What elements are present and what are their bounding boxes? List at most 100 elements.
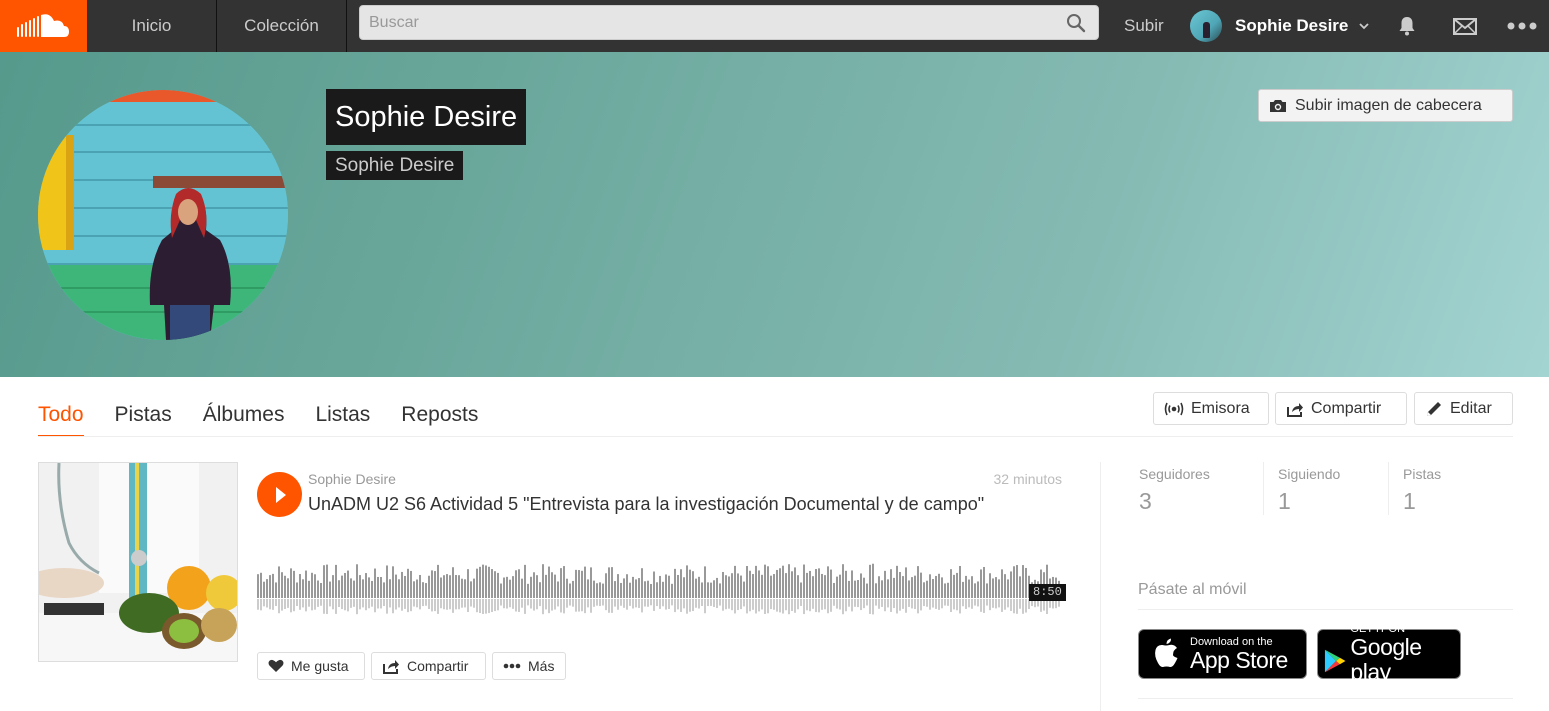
waveform-reflection-bar — [359, 599, 361, 610]
stat-following[interactable]: Siguiendo 1 — [1278, 466, 1340, 515]
stat-followers[interactable]: Seguidores 3 — [1139, 466, 1210, 515]
waveform-bar — [488, 566, 490, 598]
track-share-button[interactable]: Compartir — [371, 652, 486, 680]
waveform-reflection-bar — [839, 599, 841, 610]
waveform-bar — [377, 576, 379, 598]
station-button[interactable]: Emisora — [1153, 392, 1269, 425]
waveform-bar — [806, 572, 808, 598]
like-button[interactable]: Me gusta — [257, 652, 365, 680]
waveform[interactable] — [257, 548, 1062, 628]
track-duration: 8:50 — [1029, 584, 1066, 601]
waveform-reflection-bar — [368, 599, 370, 609]
bell-icon — [1399, 17, 1415, 36]
waveform-reflection-bar — [875, 599, 877, 606]
waveform-reflection-bar — [575, 599, 577, 612]
waveform-bar — [686, 565, 688, 598]
waveform-reflection-bar — [776, 599, 778, 612]
waveform-reflection-bar — [512, 599, 514, 609]
waveform-bar — [356, 564, 358, 598]
waveform-reflection-bar — [992, 599, 994, 608]
waveform-bar — [371, 580, 373, 598]
waveform-reflection-bar — [761, 599, 763, 610]
profile-avatar[interactable] — [38, 90, 288, 340]
track-title[interactable]: UnADM U2 S6 Actividad 5 "Entrevista para… — [308, 491, 1008, 518]
app-store-button[interactable]: Download on the App Store — [1138, 629, 1307, 679]
nav-home-link[interactable]: Inicio — [87, 0, 217, 52]
track-more-button[interactable]: Más — [492, 652, 566, 680]
waveform-bar — [401, 571, 403, 598]
waveform-reflection-bar — [905, 599, 907, 613]
track-artwork[interactable] — [38, 462, 238, 662]
waveform-bar — [539, 582, 541, 598]
search-input[interactable] — [360, 6, 1060, 39]
waveform-bar — [263, 581, 265, 598]
nav-collection-link[interactable]: Colección — [217, 0, 347, 52]
mobile-section-title: Pásate al móvil — [1138, 581, 1247, 598]
user-menu[interactable]: Sophie Desire — [1180, 0, 1380, 52]
tab-reposts[interactable]: Reposts — [401, 395, 478, 437]
more-options-button[interactable] — [1498, 0, 1546, 52]
waveform-bar — [812, 576, 814, 598]
waveform-reflection-bar — [635, 599, 637, 608]
track-uploader[interactable]: Sophie Desire — [308, 471, 396, 487]
waveform-reflection-bar — [305, 599, 307, 612]
stat-divider — [1388, 462, 1389, 515]
google-play-button[interactable]: GET IT ON Google play — [1317, 623, 1461, 685]
waveform-bar — [890, 569, 892, 598]
waveform-reflection-bar — [668, 599, 670, 610]
waveform-reflection-bar — [614, 599, 616, 607]
waveform-bar — [365, 573, 367, 598]
edit-profile-button[interactable]: Editar — [1414, 392, 1513, 425]
waveform-bar — [797, 575, 799, 598]
waveform-reflection-bar — [803, 599, 805, 615]
soundcloud-logo[interactable] — [0, 0, 87, 52]
waveform-bar — [641, 568, 643, 598]
waveform-bar — [692, 571, 694, 598]
upload-header-image-button[interactable]: Subir imagen de cabecera — [1258, 89, 1513, 122]
profile-share-button[interactable]: Compartir — [1275, 392, 1407, 425]
track-more-label: Más — [528, 658, 555, 674]
waveform-reflection-bar — [968, 599, 970, 608]
waveform-reflection-bar — [737, 599, 739, 611]
waveform-reflection-bar — [872, 599, 874, 615]
waveform-reflection-bar — [401, 599, 403, 611]
waveform-reflection-bar — [755, 599, 757, 614]
waveform-reflection-bar — [497, 599, 499, 611]
waveform-bar — [527, 583, 529, 598]
waveform-bar — [968, 579, 970, 598]
waveform-bar — [932, 578, 934, 598]
waveform-reflection-bar — [812, 599, 814, 609]
waveform-bar — [605, 573, 607, 598]
search-icon[interactable] — [1066, 13, 1086, 33]
waveform-bar — [632, 576, 634, 598]
waveform-reflection-bar — [467, 599, 469, 612]
play-button[interactable] — [257, 472, 302, 517]
waveform-reflection-bar — [794, 599, 796, 613]
waveform-reflection-bar — [1013, 599, 1015, 614]
waveform-bar — [701, 582, 703, 598]
waveform-reflection-bar — [965, 599, 967, 609]
tab-playlists[interactable]: Listas — [315, 395, 370, 437]
waveform-bar — [938, 573, 940, 598]
stat-tracks[interactable]: Pistas 1 — [1403, 466, 1441, 515]
waveform-reflection-bar — [632, 599, 634, 609]
tab-tracks[interactable]: Pistas — [115, 395, 172, 437]
waveform-bar — [335, 564, 337, 598]
tab-albums[interactable]: Álbumes — [203, 395, 285, 437]
nav-upload-link[interactable]: Subir — [1112, 0, 1176, 52]
waveform-reflection-bar — [509, 599, 511, 608]
waveform-bar — [1010, 571, 1012, 598]
waveform-bar — [308, 580, 310, 598]
waveform-bar — [860, 573, 862, 598]
waveform-reflection-bar — [974, 599, 976, 606]
waveform-reflection-bar — [683, 599, 685, 609]
waveform-reflection-bar — [629, 599, 631, 606]
waveform-reflection-bar — [692, 599, 694, 612]
waveform-bar — [755, 565, 757, 598]
waveform-bar — [794, 567, 796, 598]
tab-all[interactable]: Todo — [38, 395, 84, 437]
messages-button[interactable] — [1441, 0, 1489, 52]
waveform-reflection-bar — [944, 599, 946, 606]
notifications-button[interactable] — [1383, 0, 1431, 52]
waveform-bar — [359, 575, 361, 598]
